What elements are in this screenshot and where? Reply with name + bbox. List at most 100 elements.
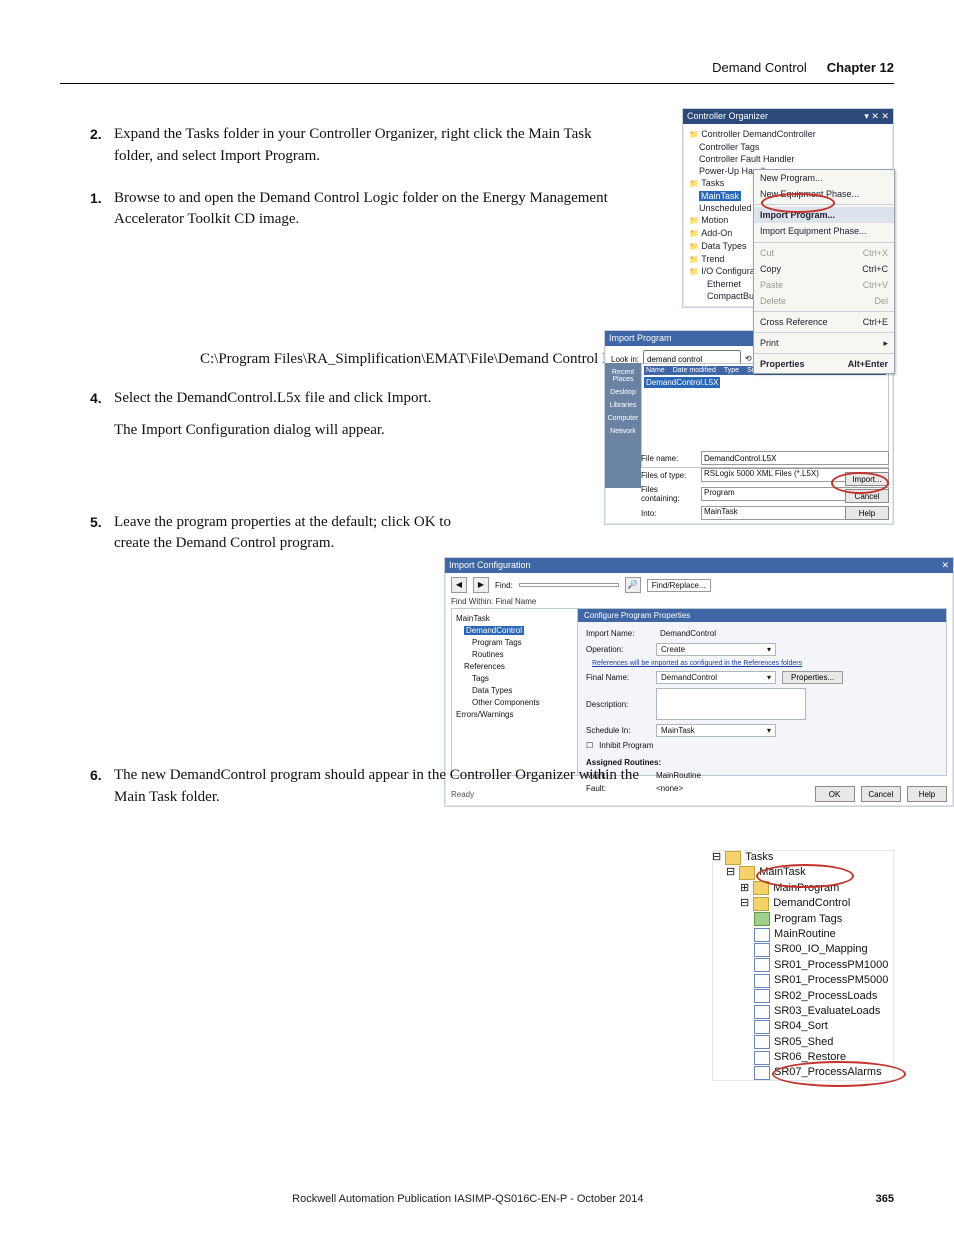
sb-desktop[interactable]: Desktop	[605, 389, 641, 396]
expand-icon[interactable]: ⊟	[712, 850, 721, 865]
tree-routines[interactable]: Routines	[472, 649, 574, 661]
tree-ref-datatypes[interactable]: Data Types	[472, 685, 574, 697]
tree-controller[interactable]: Controller DemandController	[689, 128, 887, 141]
routine-icon	[754, 1020, 770, 1034]
filescontaining-label: Files containing:	[641, 485, 697, 503]
routine-icon	[754, 1051, 770, 1065]
col-name[interactable]: Name	[646, 367, 665, 374]
tree-ref-tags[interactable]: Tags	[472, 673, 574, 685]
tree-references[interactable]: References	[464, 661, 574, 673]
context-menu: New Program... New Equipment Phase... Im…	[753, 169, 895, 374]
fig2-title: Import Program	[609, 333, 672, 344]
step-5-text: Leave the program properties at the defa…	[114, 512, 474, 556]
page-header: Demand Control Chapter 12	[60, 60, 894, 84]
fig1-title: Controller Organizer	[687, 111, 768, 122]
expand-icon[interactable]: ⊟	[726, 865, 735, 880]
node-sr03[interactable]: SR03_EvaluateLoads	[774, 1004, 880, 1019]
schedule-label: Schedule In:	[586, 726, 650, 735]
menu-import-equipment-phase[interactable]: Import Equipment Phase...	[754, 223, 894, 239]
node-sr01b[interactable]: SR01_ProcessPM5000	[774, 973, 888, 988]
cancel-button[interactable]: Cancel	[845, 489, 889, 503]
node-sr06[interactable]: SR06_Restore	[774, 1050, 846, 1065]
steps-list-6: The new DemandControl program should app…	[90, 765, 894, 809]
header-chapter: Chapter 12	[827, 60, 894, 75]
step-4-text-a: Select the DemandControl.L5x file and cl…	[114, 388, 634, 410]
final-name-input[interactable]: DemandControl▾	[656, 671, 776, 684]
import-content-tree[interactable]: MainTask DemandControl Program Tags Rout…	[451, 608, 579, 776]
sb-libraries[interactable]: Libraries	[605, 402, 641, 409]
node-program-tags[interactable]: Program Tags	[774, 912, 842, 927]
expand-icon[interactable]: ⊞	[740, 881, 749, 896]
node-sr04[interactable]: SR04_Sort	[774, 1019, 828, 1034]
sb-recent[interactable]: Recent Places	[605, 369, 641, 383]
figure-result-tree: ⊟ Tasks ⊟ MainTask ⊞ MainProgram ⊟ DemandCon…	[712, 850, 894, 1081]
node-sr07[interactable]: SR07_ProcessAlarms	[774, 1065, 882, 1080]
file-selected[interactable]: DemandControl.L5X	[644, 377, 720, 388]
node-mainprogram[interactable]: MainProgram	[773, 881, 839, 896]
tree-controller-tags[interactable]: Controller Tags	[699, 141, 887, 153]
tree-maintask-selected[interactable]: MainTask	[699, 191, 741, 201]
node-sr05[interactable]: SR05_Shed	[774, 1035, 833, 1050]
inhibit-checkbox[interactable]: ☐	[586, 741, 593, 750]
node-sr00[interactable]: SR00_IO_Mapping	[774, 942, 868, 957]
find-down-icon[interactable]: 🔎	[625, 577, 641, 593]
tree-fault-handler[interactable]: Controller Fault Handler	[699, 153, 887, 165]
properties-button[interactable]: Properties...	[782, 671, 843, 684]
panel-header: Configure Program Properties	[578, 609, 946, 622]
menu-print[interactable]: Print▸	[754, 335, 894, 351]
sb-network[interactable]: Network	[605, 428, 641, 435]
tree-demandcontrol[interactable]: DemandControl	[464, 626, 524, 635]
menu-new-program[interactable]: New Program...	[754, 170, 894, 186]
filetype-label: Files of type:	[641, 471, 697, 480]
tags-icon	[754, 912, 770, 926]
schedule-select[interactable]: MainTask▾	[656, 724, 776, 737]
tree-errors-warnings[interactable]: Errors/Warnings	[456, 709, 574, 721]
tree-ref-other[interactable]: Other Components	[472, 697, 574, 709]
node-demandcontrol[interactable]: DemandControl	[773, 896, 850, 911]
menu-import-program[interactable]: Import Program...	[754, 207, 894, 223]
step-3-text: Browse to and open the Demand Control Lo…	[114, 188, 634, 232]
step-4-text-b: The Import Configuration dialog will app…	[114, 420, 634, 442]
program-icon	[753, 897, 769, 911]
sb-computer[interactable]: Computer	[605, 415, 641, 422]
folder-icon	[739, 866, 755, 880]
node-sr01a[interactable]: SR01_ProcessPM1000	[774, 958, 888, 973]
routine-icon	[754, 1066, 770, 1080]
menu-copy[interactable]: CopyCtrl+C	[754, 261, 894, 277]
import-button[interactable]: Import...	[845, 472, 889, 486]
col-modified[interactable]: Date modified	[673, 367, 716, 374]
find-input[interactable]	[519, 583, 619, 587]
nav-fwd-icon[interactable]: ▶	[473, 577, 489, 593]
menu-cross-reference[interactable]: Cross ReferenceCtrl+E	[754, 314, 894, 330]
filename-label: File name:	[641, 454, 697, 463]
references-note: References will be imported as configure…	[592, 660, 802, 667]
places-sidebar: Recent Places Desktop Libraries Computer…	[605, 363, 641, 488]
find-replace-button[interactable]: Find/Replace...	[647, 579, 711, 592]
col-type[interactable]: Type	[724, 367, 739, 374]
node-mainroutine[interactable]: MainRoutine	[774, 927, 836, 942]
help-button-fig3[interactable]: Help	[907, 786, 947, 802]
menu-new-equipment-phase[interactable]: New Equipment Phase...	[754, 186, 894, 202]
inhibit-label: Inhibit Program	[599, 741, 653, 750]
tree-root-maintask[interactable]: MainTask	[456, 613, 574, 625]
node-tasks[interactable]: Tasks	[745, 850, 773, 865]
fig1-window-controls[interactable]: ▾ ✕ ✕	[864, 111, 889, 122]
description-input[interactable]	[656, 688, 806, 720]
routine-icon	[754, 958, 770, 972]
step-6-text: The new DemandControl program should app…	[114, 765, 674, 809]
routine-icon	[754, 1005, 770, 1019]
nav-back-icon[interactable]: ◀	[451, 577, 467, 593]
operation-label: Operation:	[586, 645, 650, 654]
page-footer: Rockwell Automation Publication IASIMP-Q…	[60, 1193, 894, 1205]
operation-select[interactable]: Create▾	[656, 643, 776, 656]
expand-icon[interactable]: ⊟	[740, 896, 749, 911]
figure-controller-organizer: Controller Organizer ▾ ✕ ✕ Controller De…	[682, 108, 894, 308]
tree-program-tags[interactable]: Program Tags	[472, 637, 574, 649]
menu-properties[interactable]: PropertiesAlt+Enter	[754, 356, 894, 372]
filename-input[interactable]	[701, 451, 889, 465]
fig3-close-icon[interactable]: ✕	[941, 560, 949, 571]
node-sr02[interactable]: SR02_ProcessLoads	[774, 989, 877, 1004]
node-maintask[interactable]: MainTask	[759, 865, 805, 880]
header-section: Demand Control	[712, 60, 807, 75]
menu-delete: DeleteDel	[754, 293, 894, 309]
